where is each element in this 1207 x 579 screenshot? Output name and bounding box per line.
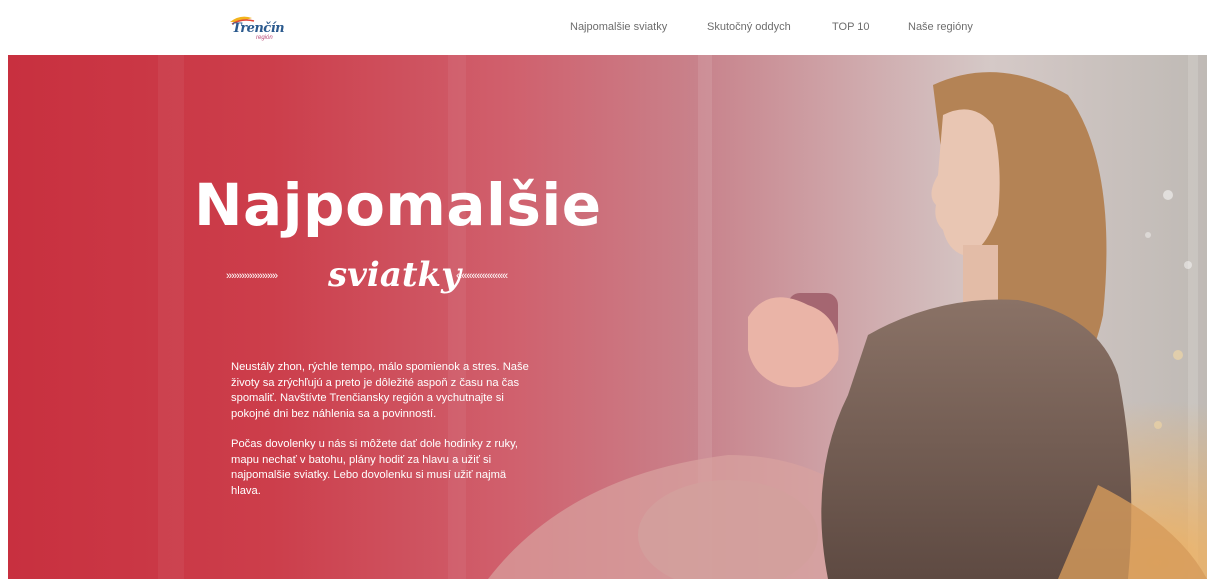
hero-title: Najpomalšie xyxy=(194,171,602,239)
logo-subtext: región xyxy=(256,35,273,41)
nav-item-nase-regiony[interactable]: Naše regióny xyxy=(908,21,973,33)
logo-text: Trenčín xyxy=(232,21,285,36)
arrow-right-decoration: «««««««««« xyxy=(456,270,508,282)
hero-paragraph-1: Neustály zhon, rýchle tempo, málo spomie… xyxy=(231,361,529,420)
nav-item-top-10[interactable]: TOP 10 xyxy=(832,21,870,33)
nav-item-najpomalsie-sviatky[interactable]: Najpomalšie sviatky xyxy=(570,21,667,33)
hero-background-image xyxy=(158,55,1207,579)
hero-banner: Najpomalšie »»»»»»»»»» sviatky «««««««««… xyxy=(8,55,1207,579)
brand-logo[interactable]: Trenčín región xyxy=(226,12,285,46)
arrow-left-decoration: »»»»»»»»»» xyxy=(226,270,278,282)
hero-paragraph-2: Počas dovolenky u nás si môžete dať dole… xyxy=(231,438,518,497)
top-navigation-bar: Trenčín región Najpomalšie sviatky Skuto… xyxy=(0,0,1207,54)
hero-description: Neustály zhon, rýchle tempo, málo spomie… xyxy=(231,360,536,514)
nav-item-skutocny-oddych[interactable]: Skutočný oddych xyxy=(707,21,791,33)
hero-subtitle: sviatky xyxy=(328,255,461,295)
